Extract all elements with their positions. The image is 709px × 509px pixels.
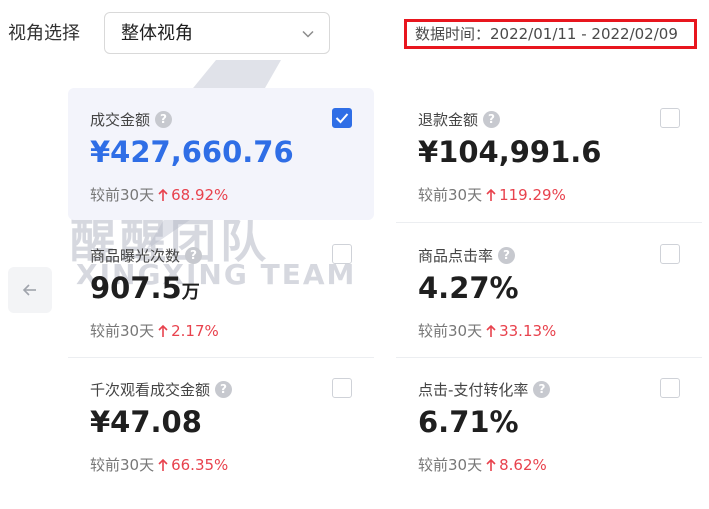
help-icon[interactable]: ? [483, 110, 501, 128]
view-select[interactable]: 整体视角 [104, 12, 330, 54]
metric-title-row: 商品点击率 ? [418, 244, 516, 266]
compare-value: 8.62% [499, 455, 547, 474]
metric-value: 6.71% [418, 405, 519, 439]
help-icon[interactable]: ? [215, 380, 233, 398]
compare-label: 较前30天 [418, 322, 483, 340]
metric-checkbox[interactable] [332, 108, 352, 128]
arrow-up-icon [486, 324, 496, 337]
back-button[interactable] [8, 267, 52, 313]
view-select-value: 整体视角 [121, 23, 193, 44]
metric-title: 商品曝光次数 [90, 246, 181, 265]
compare-value: 119.29% [499, 185, 566, 204]
metric-checkbox[interactable] [660, 108, 680, 128]
metric-title-row: 退款金额 ? [418, 108, 501, 130]
compare-label: 较前30天 [90, 456, 155, 474]
metric-card-exposure[interactable]: 商品曝光次数 ? 907.5万 较前30天 2.17% [68, 224, 374, 356]
compare-label: 较前30天 [418, 186, 483, 204]
date-range: 数据时间：2022/01/11 - 2022/02/09 [404, 19, 697, 49]
compare-value: 33.13% [499, 321, 557, 340]
help-icon[interactable]: ? [185, 246, 203, 264]
metric-checkbox[interactable] [332, 378, 352, 398]
compare-label: 较前30天 [90, 186, 155, 204]
metric-checkbox[interactable] [660, 244, 680, 264]
compare-value: 68.92% [171, 185, 229, 204]
metric-checkbox[interactable] [332, 244, 352, 264]
metric-value: 4.27% [418, 271, 519, 305]
metrics-panel: 醒醒团队 XINGXING TEAM 视角选择 整体视角 数据时间：2022/0… [0, 0, 709, 509]
compare-value: 2.17% [171, 321, 219, 340]
checkmark-icon [335, 113, 349, 124]
compare-label: 较前30天 [418, 456, 483, 474]
metric-title-row: 成交金额 ? [90, 108, 173, 130]
metric-title-row: 商品曝光次数 ? [90, 244, 203, 266]
arrow-up-icon [486, 188, 496, 201]
metric-compare: 较前30天 33.13% [418, 320, 556, 341]
metric-card-refund[interactable]: 退款金额 ? ¥104,991.6 较前30天 119.29% [396, 88, 702, 220]
compare-value: 66.35% [171, 455, 229, 474]
metric-title: 退款金额 [418, 110, 479, 129]
metric-card-ctr[interactable]: 商品点击率 ? 4.27% 较前30天 33.13% [396, 224, 702, 356]
help-icon[interactable]: ? [533, 380, 551, 398]
arrow-left-icon [22, 284, 36, 296]
metric-title: 千次观看成交金额 [90, 380, 211, 399]
metric-compare: 较前30天 66.35% [90, 454, 228, 475]
metric-title: 商品点击率 [418, 246, 494, 265]
metric-checkbox[interactable] [660, 378, 680, 398]
metric-title-row: 千次观看成交金额 ? [90, 378, 233, 400]
divider [396, 222, 702, 223]
metric-card-gmv[interactable]: 成交金额 ? ¥427,660.76 较前30天 68.92% [68, 88, 374, 220]
metric-value: ¥427,660.76 [90, 135, 294, 169]
chevron-down-icon [302, 30, 314, 38]
arrow-up-icon [158, 188, 168, 201]
metric-compare: 较前30天 8.62% [418, 454, 547, 475]
metric-card-conversion[interactable]: 点击-支付转化率 ? 6.71% 较前30天 8.62% [396, 358, 702, 490]
metric-title-row: 点击-支付转化率 ? [418, 378, 551, 400]
metric-value: ¥47.08 [90, 405, 202, 439]
help-icon[interactable]: ? [498, 246, 516, 264]
arrow-up-icon [158, 458, 168, 471]
metric-value: ¥104,991.6 [418, 135, 602, 169]
compare-label: 较前30天 [90, 322, 155, 340]
metric-title: 点击-支付转化率 [418, 380, 529, 399]
metric-compare: 较前30天 119.29% [418, 184, 566, 205]
arrow-up-icon [486, 458, 496, 471]
metric-value: 907.5万 [90, 271, 200, 305]
help-icon[interactable]: ? [155, 110, 173, 128]
metric-title: 成交金额 [90, 110, 151, 129]
metric-compare: 较前30天 68.92% [90, 184, 228, 205]
metric-card-gpm[interactable]: 千次观看成交金额 ? ¥47.08 较前30天 66.35% [68, 358, 374, 490]
metric-compare: 较前30天 2.17% [90, 320, 219, 341]
arrow-up-icon [158, 324, 168, 337]
view-label: 视角选择 [8, 23, 80, 44]
